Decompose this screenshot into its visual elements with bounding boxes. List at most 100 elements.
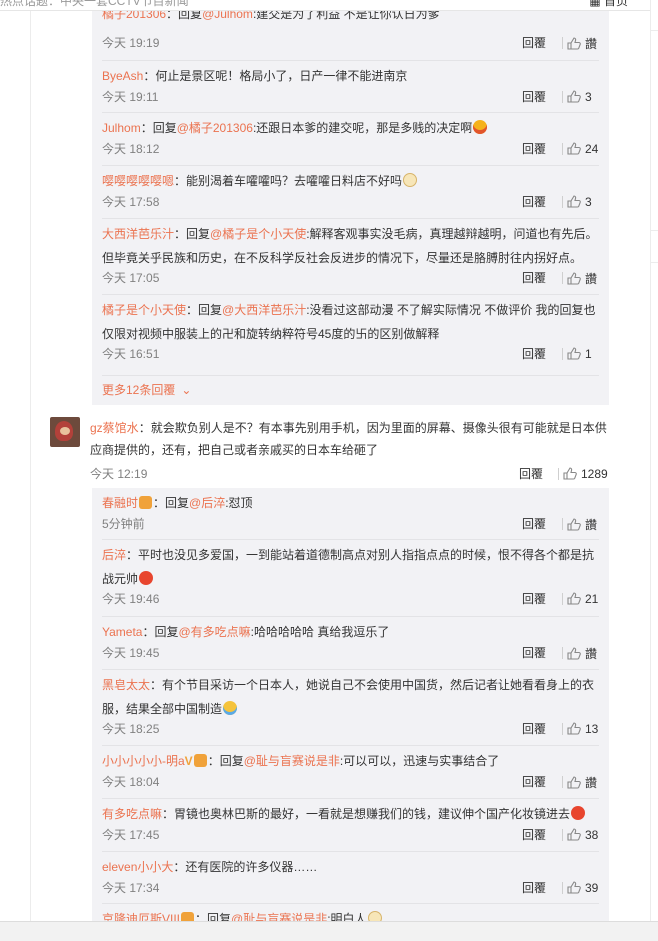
reply-button[interactable]: 回覆 <box>522 269 546 286</box>
like-count: 1 <box>585 346 592 361</box>
mention-link[interactable]: @耻与盲赛说是非 <box>231 912 327 921</box>
username-link[interactable]: 大西洋芭乐汁 <box>102 227 174 241</box>
reply-button[interactable]: 回覆 <box>522 34 546 51</box>
reply-text: 黑皂太太：有个节目采访一个日本人，她说自己不会使用中国货，然后记者让她看看身上的… <box>102 674 599 696</box>
reply-thread-1: 橘子201306：回复@Julhom:建交是为了利益 不是让你认日为爹 今天 19… <box>92 11 609 405</box>
home-link[interactable]: ▦ 首页 <box>589 0 628 9</box>
reply-divider <box>102 669 599 670</box>
thumbs-up-icon <box>567 647 581 660</box>
reply-separator: ： <box>138 421 151 435</box>
comment-body: :明白人 <box>327 912 367 921</box>
reply-button[interactable]: 回覆 <box>519 465 543 482</box>
like-button[interactable]: 21 <box>567 591 598 606</box>
avatar[interactable] <box>50 417 80 447</box>
bottom-bar <box>0 921 658 941</box>
chevron-down-icon: ⌄ <box>181 383 192 397</box>
thumbs-up-icon <box>567 518 581 531</box>
username-link[interactable]: 后淬 <box>102 548 126 562</box>
username-link[interactable]: eleven小小大 <box>102 860 173 874</box>
comment-body: :哈哈哈哈哈 真给我逗乐了 <box>250 625 390 639</box>
timestamp: 今天 17:34 <box>102 881 160 895</box>
thumbs-up-icon <box>563 467 577 480</box>
like-button[interactable]: 39 <box>567 880 598 895</box>
action-divider <box>562 143 563 155</box>
like-count: 讚 <box>585 37 598 51</box>
username-link[interactable]: 京隆迪厄斯VIII <box>102 912 180 921</box>
like-count: 38 <box>585 827 599 842</box>
reply-button[interactable]: 回覆 <box>522 720 546 737</box>
reply-separator: ： <box>174 174 187 188</box>
reply-separator: ： <box>150 678 163 692</box>
username-link[interactable]: 橘子是个小天使 <box>102 303 186 317</box>
thumbs-up-icon <box>567 37 581 50</box>
username-link[interactable]: Yameta <box>102 625 142 639</box>
reply-divider <box>102 112 599 113</box>
comment-body: 何止是景区呢！格局小了，日产一律不能进南京 <box>155 69 408 83</box>
action-divider <box>562 593 563 605</box>
username-link[interactable]: Julhom <box>102 121 141 135</box>
username-link[interactable]: ByeAsh <box>102 69 143 83</box>
timestamp: 今天 17:45 <box>102 828 160 842</box>
action-divider <box>562 196 563 208</box>
reply-divider <box>102 60 599 61</box>
reply-text-continued: 战元帅 <box>102 568 599 590</box>
reply-button[interactable]: 回覆 <box>522 590 546 607</box>
action-divider <box>562 776 563 788</box>
reply-separator: ： <box>173 860 186 874</box>
like-button[interactable]: 讚 <box>567 645 598 661</box>
like-button[interactable]: 3 <box>567 194 592 209</box>
username-link[interactable]: 春融时 <box>102 496 138 510</box>
like-button[interactable]: 24 <box>567 141 598 156</box>
like-count: 3 <box>585 194 592 209</box>
like-button[interactable]: 讚 <box>567 774 597 790</box>
comment-body: :解释客观事实没毛病，真理越辩越明，问道也有先后。 <box>306 227 598 241</box>
comment-body: :没看过这部动漫 不了解实际情况 不做评价 我的回复也 <box>306 303 596 317</box>
mention-link[interactable]: @耻与盲赛说是非 <box>244 754 340 768</box>
doge-emoji-icon <box>367 911 382 921</box>
mention-link[interactable]: @大西洋芭乐汁 <box>222 303 306 317</box>
reply-button[interactable]: 回覆 <box>522 88 546 105</box>
like-button[interactable]: 13 <box>567 721 599 736</box>
like-button[interactable]: 1289 <box>563 466 608 481</box>
reply-text: 春融时 ：回复@后淬:怼顶 <box>102 492 599 514</box>
reply-button[interactable]: 回覆 <box>522 140 546 157</box>
reply-button[interactable]: 回覆 <box>522 193 546 210</box>
reply-divider <box>102 616 599 617</box>
reply-button[interactable]: 回覆 <box>522 773 546 790</box>
comment-body: 能别渴着车嚯嚯吗？去嚯嚯日料店不好吗 <box>186 174 403 188</box>
reply-text: 大西洋芭乐汁：回复@橘子是个小天使:解释客观事实没毛病，真理越辩越明，问道也有先… <box>102 223 599 245</box>
thumbs-up-icon <box>567 142 581 155</box>
mention-link[interactable]: @Julhom <box>202 11 253 21</box>
reply-button[interactable]: 回覆 <box>522 879 546 896</box>
mention-link[interactable]: @后淬 <box>189 496 225 510</box>
like-count: 讚 <box>585 647 598 661</box>
reply-text: 嘤嘤嘤嘤嘤嗯：能别渴着车嚯嚯吗？去嚯嚯日料店不好吗 <box>102 170 599 192</box>
username-link[interactable]: 小小小小小-明a <box>102 754 185 768</box>
username-link[interactable]: 黑皂太太 <box>102 678 150 692</box>
like-button[interactable]: 讚 <box>567 35 598 51</box>
like-button[interactable]: 3 <box>567 89 592 104</box>
doge-emoji-icon <box>403 173 418 187</box>
mention-link[interactable]: @有多吃点嘛 <box>178 625 250 639</box>
username-link[interactable]: 橘子201306 <box>102 11 166 21</box>
mention-link[interactable]: @橘子是个小天使 <box>210 227 306 241</box>
comment-body: 有个节目采访一个日本人，她说自己不会使用中国货，然后记者让她看看身上的衣 <box>162 678 595 692</box>
reply-button[interactable]: 回覆 <box>522 515 546 532</box>
reply-button[interactable]: 回覆 <box>522 345 546 362</box>
username-link[interactable]: gz蔡馆水 <box>90 421 139 435</box>
like-button[interactable]: 1 <box>567 346 592 361</box>
mention-link[interactable]: @橘子201306 <box>177 121 253 135</box>
username-link[interactable]: 嘤嘤嘤嘤嘤嗯 <box>102 174 174 188</box>
reply-button[interactable]: 回覆 <box>522 826 546 843</box>
more-replies-link[interactable]: 更多12条回覆 ⌄ <box>102 381 191 398</box>
reply-button[interactable]: 回覆 <box>522 644 546 661</box>
like-button[interactable]: 38 <box>567 827 599 842</box>
reply-divider <box>102 745 599 746</box>
grid-icon: ▦ <box>589 0 604 8</box>
reply-separator: ：回复 <box>153 496 190 510</box>
like-button[interactable]: 讚 <box>567 516 597 532</box>
like-button[interactable]: 讚 <box>567 270 597 286</box>
like-count: 13 <box>585 721 599 736</box>
reply-divider <box>102 851 599 852</box>
username-link[interactable]: 有多吃点嘛 <box>102 807 162 821</box>
